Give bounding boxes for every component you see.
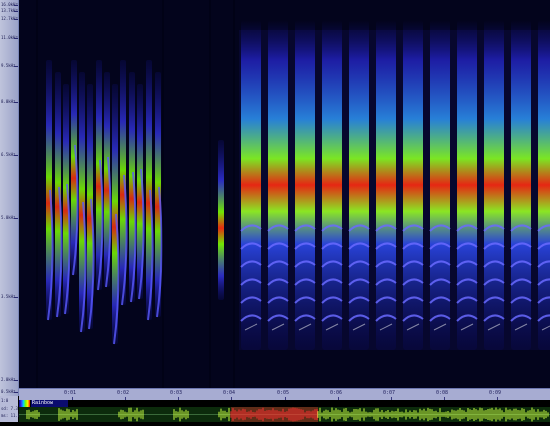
spectrogram-viewer: 16.0kHz 13.7kHz 12.7kHz 11.0kHz 9.5kHz 8.0kHz… (0, 0, 550, 422)
gap-column (209, 0, 211, 388)
time-tick (125, 397, 126, 400)
time-label: 0:02 (117, 390, 130, 396)
palette-swatch[interactable] (19, 400, 30, 407)
time-label: 0:04 (223, 390, 236, 396)
info-line-1: 1:0 (1, 398, 9, 403)
time-ruler[interactable]: 0:01 0:02 0:03 0:04 0:05 0:06 0:07 0:08 0:09 (19, 388, 550, 400)
info-line-2: sd: 7.3 (1, 406, 18, 411)
freq-tick (14, 218, 18, 219)
gap-column (162, 0, 164, 388)
freq-tick (14, 5, 18, 6)
bottom-left-info: 1:0 sd: 7.3 ms: 11.0 (0, 396, 21, 422)
spectrogram-view[interactable] (19, 0, 550, 388)
freq-tick (14, 19, 18, 20)
waveform-canvas[interactable] (19, 407, 550, 422)
time-label: 0:03 (170, 390, 183, 396)
time-tick (178, 397, 179, 400)
freq-tick (14, 392, 18, 393)
freq-tick (14, 380, 18, 381)
time-tick (391, 397, 392, 400)
waveform-overview[interactable] (19, 407, 550, 422)
freq-tick (14, 66, 18, 67)
call-stripe (218, 140, 224, 300)
time-label: 0:08 (436, 390, 449, 396)
time-tick (338, 397, 339, 400)
time-tick (72, 397, 73, 400)
time-label: 0:09 (489, 390, 502, 396)
freq-tick (14, 102, 18, 103)
time-tick (285, 397, 286, 400)
time-label: 0:01 (64, 390, 77, 396)
frequency-axis: 16.0kHz 13.7kHz 12.7kHz 11.0kHz 9.5kHz 8.0kHz… (0, 0, 19, 396)
freq-tick (14, 155, 18, 156)
freq-tick (14, 297, 18, 298)
time-label: 0:06 (330, 390, 343, 396)
time-tick (497, 397, 498, 400)
gap-column (233, 0, 235, 388)
freq-tick (14, 11, 18, 12)
palette-name[interactable]: Rainbow (31, 400, 68, 407)
time-label: 0:07 (383, 390, 396, 396)
time-tick (444, 397, 445, 400)
freq-tick (14, 38, 18, 39)
gap-column (36, 0, 38, 388)
time-label: 0:05 (277, 390, 290, 396)
spectrogram-canvas[interactable] (19, 0, 550, 388)
time-tick (231, 397, 232, 400)
info-line-3: ms: 11.0 (1, 413, 21, 418)
